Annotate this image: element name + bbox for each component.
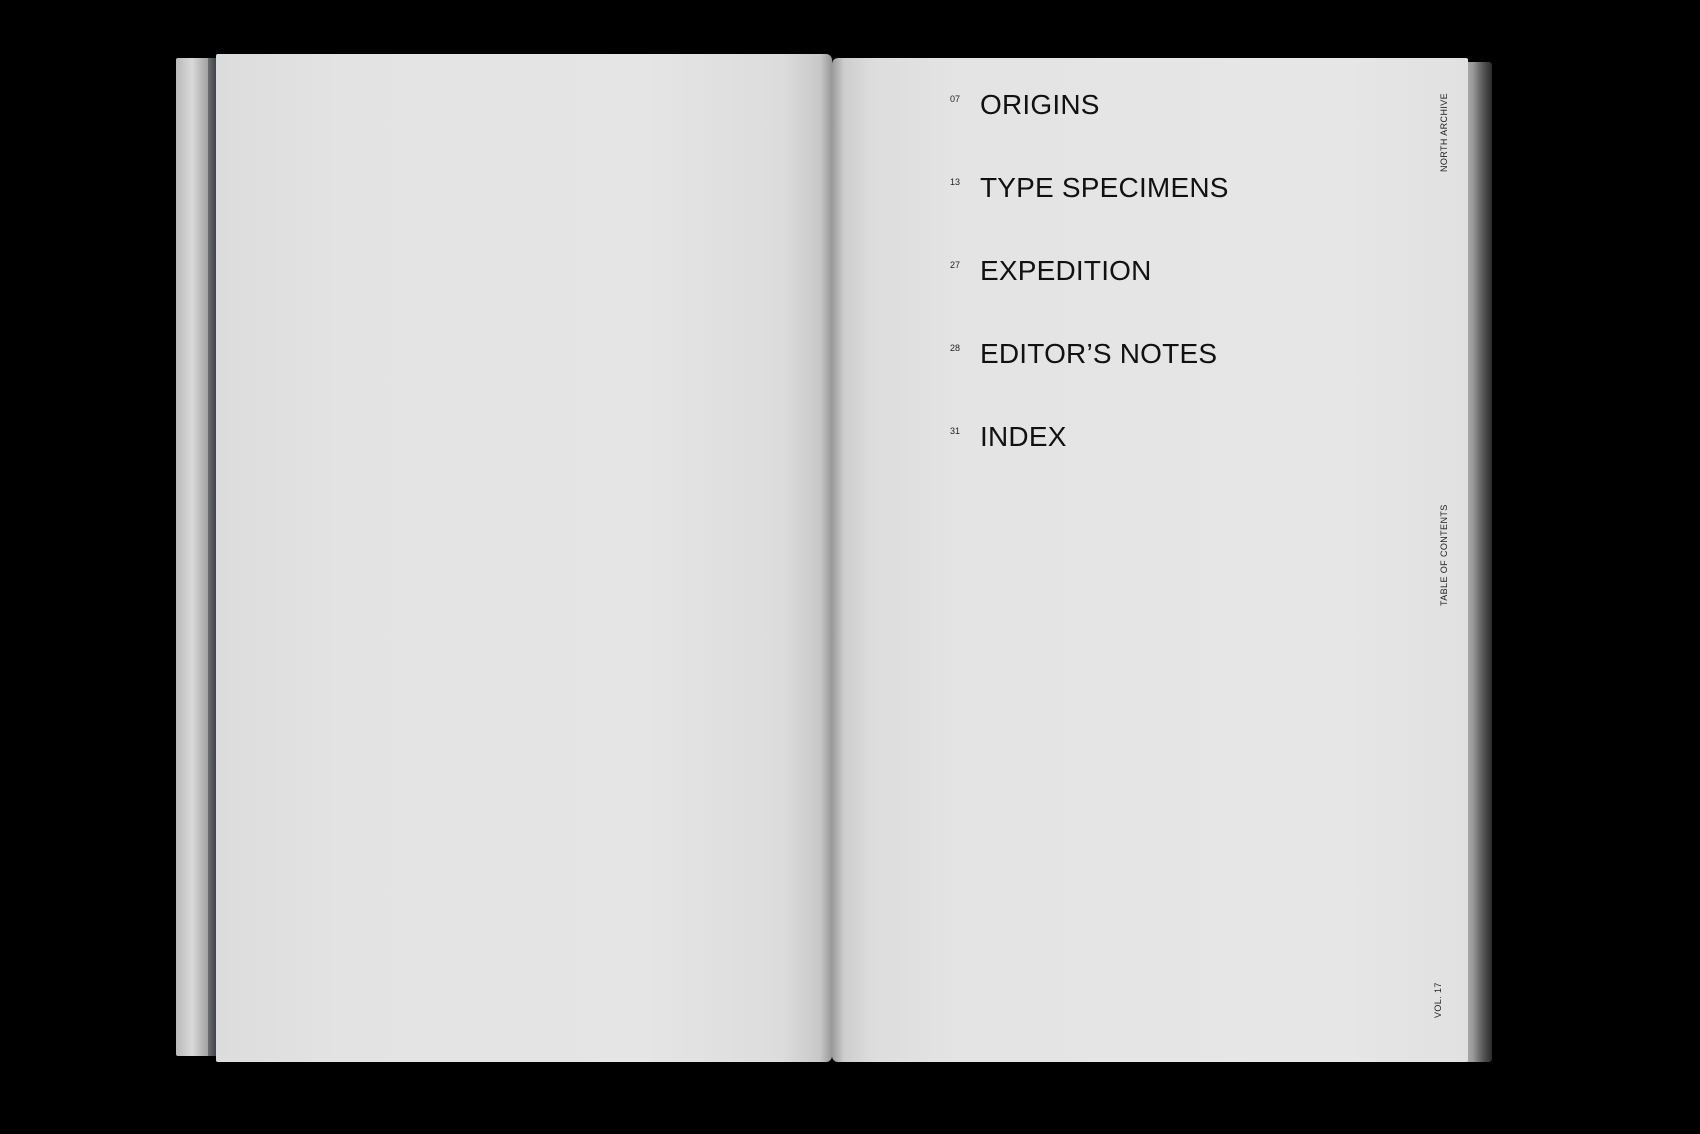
- section-label: TABLE OF CONTENTS: [1439, 504, 1449, 606]
- toc-page-number: 13: [950, 177, 961, 187]
- book-spread-scene: 07 ORIGINS 13 TYPE SPECIMENS 27 EXPEDITI…: [0, 0, 1700, 1134]
- publication-name: NORTH ARCHIVE: [1439, 92, 1449, 172]
- toc-title: EXPEDITION: [980, 255, 1152, 286]
- toc-page-number: 31: [950, 426, 961, 436]
- toc-page-number: 27: [950, 260, 961, 270]
- left-page-blank: [216, 54, 832, 1062]
- cover-edge-shadow: [208, 58, 216, 1056]
- volume-label: VOL. 17: [1433, 982, 1443, 1018]
- toc-page-number: 07: [950, 94, 961, 104]
- toc-entry: 07 ORIGINS: [950, 88, 1370, 171]
- toc-page-number: 28: [950, 343, 961, 353]
- toc-entry: 13 TYPE SPECIMENS: [950, 171, 1370, 254]
- toc-entry: 27 EXPEDITION: [950, 254, 1370, 337]
- toc-entry: 31 INDEX: [950, 420, 1370, 503]
- table-of-contents: 07 ORIGINS 13 TYPE SPECIMENS 27 EXPEDITI…: [950, 88, 1370, 503]
- gutter-shadow: [820, 54, 844, 1062]
- toc-entry: 28 EDITOR’S NOTES: [950, 337, 1370, 420]
- toc-title: TYPE SPECIMENS: [980, 172, 1229, 203]
- toc-title: EDITOR’S NOTES: [980, 338, 1218, 369]
- toc-title: INDEX: [980, 421, 1067, 452]
- toc-title: ORIGINS: [980, 89, 1100, 120]
